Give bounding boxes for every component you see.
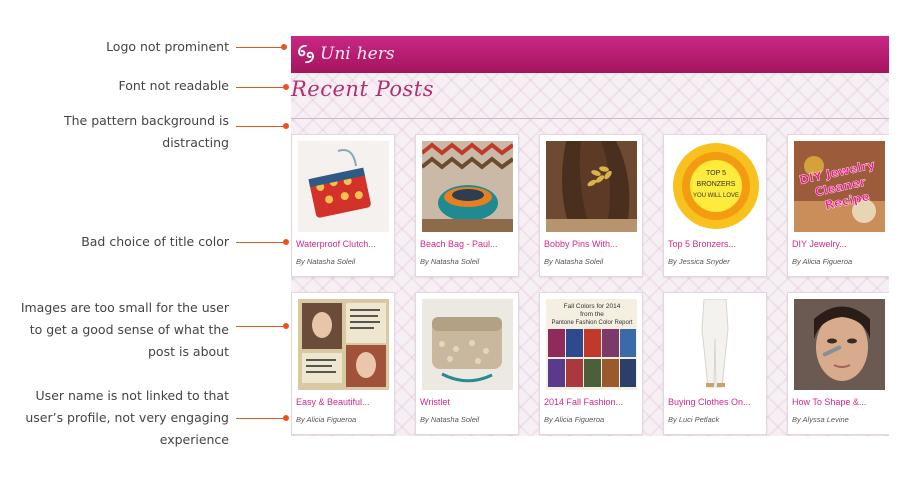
post-author: By Natasha Soleil	[296, 257, 356, 266]
post-thumbnail[interactable]: DIY Jewelry Cleaner Recipe	[794, 141, 885, 232]
swirl-logo-icon	[298, 44, 314, 64]
leader-dot-pattern	[283, 123, 289, 129]
leader-pattern	[236, 126, 284, 127]
post-thumbnail[interactable]	[298, 299, 389, 390]
post-title[interactable]: Top 5 Bronzers...	[668, 239, 766, 249]
annotation-user: User name is not linked to that user’s p…	[25, 385, 229, 451]
post-card[interactable]: Waterproof Clutch... By Natasha Soleil	[291, 134, 395, 277]
post-author: By Luci Petlack	[668, 415, 720, 424]
bronzer-line3: YOU WILL LOVE	[693, 193, 739, 199]
post-title[interactable]: 2014 Fall Fashion...	[544, 397, 642, 407]
title-divider	[291, 118, 889, 119]
post-title[interactable]: Easy & Beautiful...	[296, 397, 394, 407]
site-logo[interactable]: Uni hers	[295, 39, 395, 69]
annotation-pattern-line1: The pattern background is	[63, 113, 229, 128]
post-thumbnail[interactable]: TOP 5 BRONZERS YOU WILL LOVE	[670, 141, 761, 232]
post-author: By Alyssa Levine	[792, 415, 849, 424]
annotation-title-color: Bad choice of title color	[81, 234, 229, 249]
leader-dot-logo	[281, 44, 287, 50]
post-author: By Alicia Figueroa	[544, 415, 605, 424]
post-author: By Natasha Soleil	[420, 257, 480, 266]
post-thumbnail[interactable]	[670, 299, 761, 390]
post-card[interactable]: DIY Jewelry Cleaner Recipe DIY Jewelry..…	[787, 134, 889, 277]
annotation-images-line3: post is about	[148, 344, 229, 359]
pantone-line1: Fall Colors for 2014	[564, 303, 621, 310]
post-thumbnail[interactable]: Fall Colors for 2014 from the Pantone Fa…	[546, 299, 637, 390]
post-title[interactable]: DIY Jewelry...	[792, 239, 889, 249]
bronzer-line1: TOP 5	[706, 170, 726, 177]
logo-text: Uni hers	[320, 44, 395, 64]
post-thumbnail[interactable]	[794, 299, 885, 390]
annotation-images: Images are too small for the user to get…	[21, 297, 229, 363]
leader-title-color	[236, 242, 284, 243]
post-card[interactable]: Fall Colors for 2014 from the Pantone Fa…	[539, 292, 643, 435]
leader-user	[236, 418, 284, 419]
annotation-user-line1: User name is not linked to that	[35, 388, 229, 403]
annotation-pattern: The pattern background is distracting	[64, 110, 229, 154]
leader-dot-font	[283, 84, 289, 90]
post-thumbnail[interactable]	[298, 141, 389, 232]
post-card[interactable]: Beach Bag - Paul... By Natasha Soleil	[415, 134, 519, 277]
annotation-images-line1: Images are too small for the user	[20, 300, 229, 315]
post-title[interactable]: Buying Clothes On...	[668, 397, 766, 407]
leader-font	[236, 87, 284, 88]
post-thumbnail[interactable]	[546, 141, 637, 232]
annotation-font: Font not readable	[118, 78, 229, 93]
post-author: By Alicia Figueroa	[296, 415, 357, 424]
post-author: By Alicia Figueroa	[792, 257, 853, 266]
post-card[interactable]: Easy & Beautiful... By Alicia Figueroa	[291, 292, 395, 435]
post-title[interactable]: Bobby Pins With...	[544, 239, 642, 249]
post-card[interactable]: Buying Clothes On... By Luci Petlack	[663, 292, 767, 435]
post-author: By Jessica Snyder	[668, 257, 730, 266]
leader-dot-images	[283, 323, 289, 329]
annotation-logo: Logo not prominent	[106, 39, 229, 54]
post-title[interactable]: Wristlet	[420, 397, 518, 407]
post-card[interactable]: TOP 5 BRONZERS YOU WILL LOVE Top 5 Bronz…	[663, 134, 767, 277]
post-thumbnail[interactable]	[422, 141, 513, 232]
post-author: By Natasha Soleil	[544, 257, 604, 266]
annotation-images-line2: to get a good sense of what the	[29, 322, 229, 337]
post-title[interactable]: Waterproof Clutch...	[296, 239, 394, 249]
post-title[interactable]: How To Shape &...	[792, 397, 889, 407]
annotation-pattern-line2: distracting	[162, 135, 229, 150]
annotation-user-line3: experience	[159, 432, 229, 447]
post-card[interactable]: How To Shape &... By Alyssa Levine	[787, 292, 889, 435]
leader-images	[236, 326, 284, 327]
header-bar: Uni hers	[291, 36, 889, 73]
leader-dot-title-color	[283, 239, 289, 245]
post-card[interactable]: Bobby Pins With... By Natasha Soleil	[539, 134, 643, 277]
recent-posts-title: Recent Posts	[291, 77, 434, 101]
post-author: By Natasha Soleil	[420, 415, 480, 424]
post-title[interactable]: Beach Bag - Paul...	[420, 239, 518, 249]
post-thumbnail[interactable]	[422, 299, 513, 390]
pantone-line2: from the	[580, 311, 604, 318]
bronzer-line2: BRONZERS	[697, 181, 736, 188]
site-screenshot: Uni hers Recent Posts Waterproof Clutch..…	[291, 36, 889, 436]
annotation-user-line2: user’s profile, not very engaging	[25, 410, 229, 425]
leader-logo	[236, 47, 282, 48]
leader-dot-user	[283, 415, 289, 421]
pantone-line3: Pantone Fashion Color Report	[551, 320, 632, 326]
post-card[interactable]: Wristlet By Natasha Soleil	[415, 292, 519, 435]
